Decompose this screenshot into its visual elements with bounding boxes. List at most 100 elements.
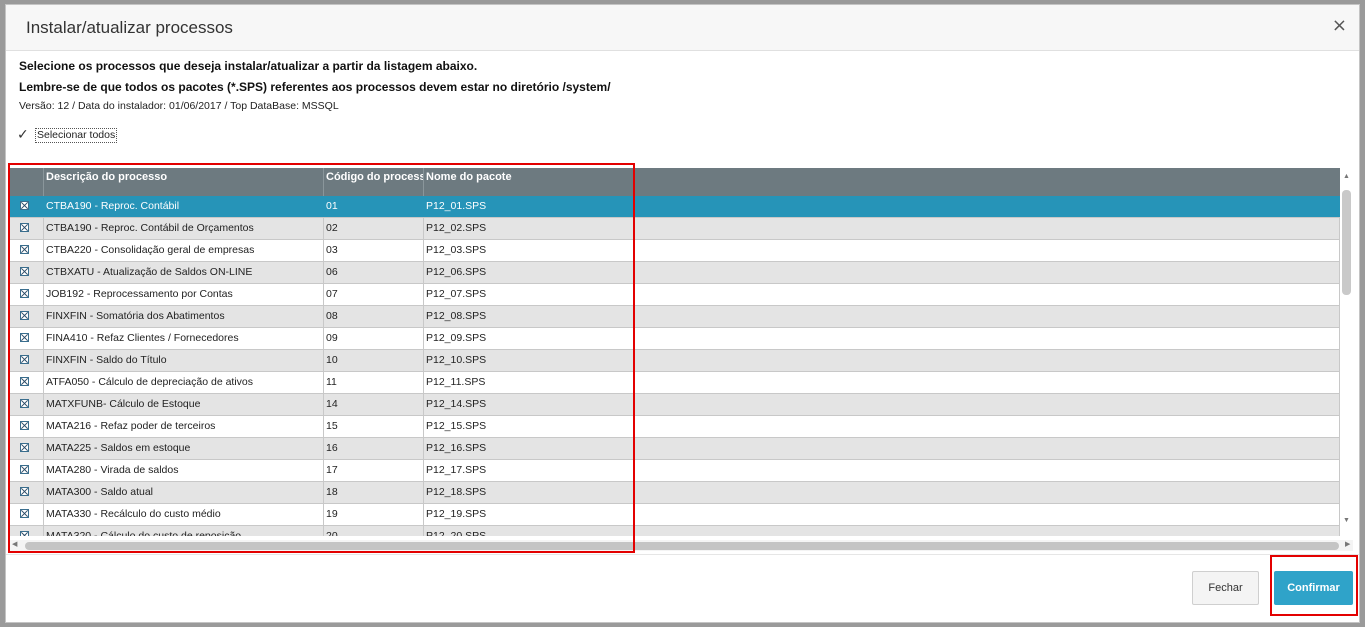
checked-box-icon[interactable] [20,289,29,298]
package-cell: P12_16.SPS [424,438,1340,459]
checked-box-icon[interactable] [20,267,29,276]
code-cell: 09 [324,328,424,349]
package-cell: P12_01.SPS [424,196,1340,217]
package-cell: P12_20.SPS [424,526,1340,536]
vertical-scroll-thumb[interactable] [1342,190,1351,295]
checkmark-icon[interactable]: ✓ [17,127,33,143]
description-cell: MATA225 - Saldos em estoque [44,438,324,459]
checked-box-icon[interactable] [20,443,29,452]
description-cell: JOB192 - Reprocessamento por Contas [44,284,324,305]
code-cell: 07 [324,284,424,305]
row-checkbox-cell[interactable] [9,460,44,481]
column-header-package[interactable]: Nome do pacote [424,168,1340,196]
table-row[interactable]: CTBA190 - Reproc. Contábil de Orçamentos… [9,218,1340,240]
instruction-text: Selecione os processos que deseja instal… [19,59,478,73]
description-cell: FINXFIN - Somatória dos Abatimentos [44,306,324,327]
vertical-scrollbar[interactable]: ▲ ▼ [1342,168,1353,536]
row-checkbox-cell[interactable] [9,438,44,459]
table-row[interactable]: FINA410 - Refaz Clientes / Fornecedores 0… [9,328,1340,350]
code-cell: 03 [324,240,424,261]
package-location-note: Lembre-se de que todos os pacotes (*.SPS… [19,80,611,94]
row-checkbox-cell[interactable] [9,394,44,415]
description-cell: MATA330 - Recálculo do custo médio [44,504,324,525]
table-row[interactable]: CTBXATU - Atualização de Saldos ON-LINE 0… [9,262,1340,284]
package-cell: P12_07.SPS [424,284,1340,305]
table-row[interactable]: MATA320 - Cálculo do custo de reposição 2… [9,526,1340,536]
row-checkbox-cell[interactable] [9,526,44,536]
row-checkbox-cell[interactable] [9,218,44,239]
table-row[interactable]: FINXFIN - Somatória dos Abatimentos 08 P12… [9,306,1340,328]
row-checkbox-cell[interactable] [9,416,44,437]
table-row[interactable]: MATA216 - Refaz poder de terceiros 15 P12_… [9,416,1340,438]
table-row[interactable]: ATFA050 - Cálculo de depreciação de ativ… [9,372,1340,394]
checked-box-icon[interactable] [20,531,29,536]
close-icon[interactable]: × [1332,16,1347,36]
select-all-label[interactable]: Selecionar todos [35,127,118,143]
table-row[interactable]: MATA330 - Recálculo do custo médio 19 P12_… [9,504,1340,526]
table-row[interactable]: FINXFIN - Saldo do Título 10 P12_10.SPS [9,350,1340,372]
code-cell: 19 [324,504,424,525]
code-cell: 06 [324,262,424,283]
confirm-button[interactable]: Confirmar [1274,571,1353,605]
code-cell: 18 [324,482,424,503]
description-cell: MATA280 - Virada de saldos [44,460,324,481]
code-cell: 16 [324,438,424,459]
column-header-code[interactable]: Código do processo [324,168,424,196]
table-row[interactable]: MATXFUNB- Cálculo de Estoque 14 P12_14.SPS [9,394,1340,416]
close-button[interactable]: Fechar [1192,571,1259,605]
package-cell: P12_18.SPS [424,482,1340,503]
description-cell: MATA300 - Saldo atual [44,482,324,503]
table-row[interactable]: MATA280 - Virada de saldos 17 P12_17.SPS [9,460,1340,482]
row-checkbox-cell[interactable] [9,372,44,393]
scroll-down-icon[interactable]: ▼ [1343,517,1350,525]
table-body: CTBA190 - Reproc. Contábil 01 P12_01.SPS CT… [9,196,1340,536]
code-cell: 02 [324,218,424,239]
row-checkbox-cell[interactable] [9,284,44,305]
select-all-checkbox[interactable]: ✓ Selecionar todos [17,127,118,143]
checked-box-icon[interactable] [20,223,29,232]
table-row[interactable]: MATA300 - Saldo atual 18 P12_18.SPS [9,482,1340,504]
column-header-check[interactable] [9,168,44,196]
horizontal-scrollbar[interactable]: ◀ ▶ [9,540,1353,551]
row-checkbox-cell[interactable] [9,306,44,327]
description-cell: CTBA190 - Reproc. Contábil de Orçamentos [44,218,324,239]
checked-box-icon[interactable] [20,201,29,210]
package-cell: P12_03.SPS [424,240,1340,261]
table-row[interactable]: CTBA190 - Reproc. Contábil 01 P12_01.SPS [9,196,1340,218]
package-cell: P12_02.SPS [424,218,1340,239]
checked-box-icon[interactable] [20,421,29,430]
table-row[interactable]: MATA225 - Saldos em estoque 16 P12_16.SPS [9,438,1340,460]
package-cell: P12_06.SPS [424,262,1340,283]
checked-box-icon[interactable] [20,333,29,342]
checked-box-icon[interactable] [20,377,29,386]
checked-box-icon[interactable] [20,465,29,474]
row-checkbox-cell[interactable] [9,350,44,371]
package-cell: P12_11.SPS [424,372,1340,393]
checked-box-icon[interactable] [20,487,29,496]
row-checkbox-cell[interactable] [9,262,44,283]
dialog-header: Instalar/atualizar processos × [6,5,1359,51]
scroll-right-icon[interactable]: ▶ [1345,541,1350,549]
row-checkbox-cell[interactable] [9,482,44,503]
horizontal-scroll-thumb[interactable] [25,542,1339,550]
row-checkbox-cell[interactable] [9,196,44,217]
footer-divider [6,554,1359,555]
row-checkbox-cell[interactable] [9,504,44,525]
checked-box-icon[interactable] [20,245,29,254]
checked-box-icon[interactable] [20,399,29,408]
table-header: Descrição do processo Código do processo… [9,168,1340,196]
scroll-left-icon[interactable]: ◀ [12,541,17,549]
checked-box-icon[interactable] [20,355,29,364]
table-row[interactable]: CTBA220 - Consolidação geral de empresas… [9,240,1340,262]
scroll-up-icon[interactable]: ▲ [1343,173,1350,181]
code-cell: 08 [324,306,424,327]
checked-box-icon[interactable] [20,311,29,320]
code-cell: 15 [324,416,424,437]
row-checkbox-cell[interactable] [9,240,44,261]
column-header-description[interactable]: Descrição do processo [44,168,324,196]
table-row[interactable]: JOB192 - Reprocessamento por Contas 07 P12… [9,284,1340,306]
checked-box-icon[interactable] [20,509,29,518]
description-cell: FINXFIN - Saldo do Título [44,350,324,371]
package-cell: P12_15.SPS [424,416,1340,437]
row-checkbox-cell[interactable] [9,328,44,349]
